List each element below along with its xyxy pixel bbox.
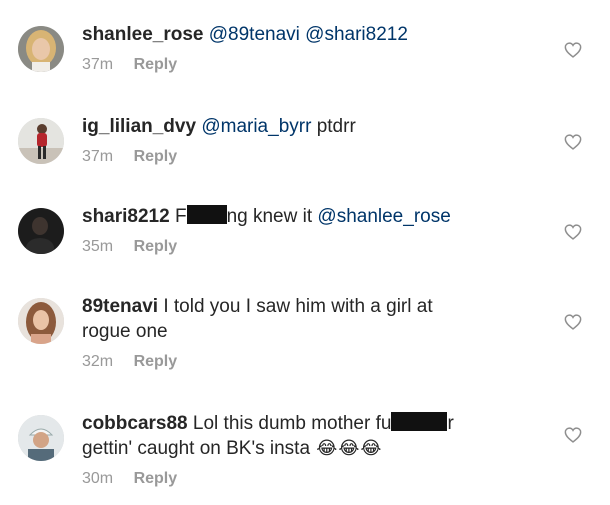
comment-meta: 32m Reply <box>82 353 550 371</box>
laughing-emoji-icon: 😂 <box>360 438 382 458</box>
comment-text: cobbcars88 Lol this dumb mother fu r gett… <box>82 411 550 461</box>
comment-content-line2: rogue one <box>82 321 168 342</box>
avatar[interactable] <box>18 208 64 254</box>
heart-icon[interactable] <box>564 314 582 330</box>
username[interactable]: 89tenavi <box>82 296 158 317</box>
comment-meta: 35m Reply <box>82 238 550 256</box>
comment-item: cobbcars88 Lol this dumb mother fu r gett… <box>0 407 610 502</box>
username[interactable]: ig_lilian_dvy <box>82 116 196 137</box>
redaction-bar <box>186 205 227 224</box>
reply-button[interactable]: Reply <box>134 470 178 487</box>
comment-item: shanlee_rose @89tenavi @shari8212 37m Re… <box>0 18 610 88</box>
comment-text: shanlee_rose @89tenavi @shari8212 <box>82 22 550 47</box>
comment-content-line1-end: r <box>447 413 454 434</box>
timestamp: 37m <box>82 148 114 165</box>
mention[interactable]: @shanlee_rose <box>317 206 450 227</box>
avatar[interactable] <box>18 415 64 461</box>
avatar[interactable] <box>18 26 64 72</box>
laughing-emoji-icon: 😂 <box>338 438 360 458</box>
avatar[interactable] <box>18 298 64 344</box>
profile-photo-dark-icon <box>18 208 64 254</box>
comment-meta: 37m Reply <box>82 148 550 166</box>
username[interactable]: cobbcars88 <box>82 413 188 434</box>
avatar[interactable] <box>18 118 64 164</box>
comment-meta: 37m Reply <box>82 56 550 74</box>
comment-content-line1: I told you I saw him with a girl at <box>163 296 433 317</box>
timestamp: 32m <box>82 353 114 370</box>
profile-photo-red-outfit-icon <box>18 118 64 164</box>
reply-button[interactable]: Reply <box>134 353 178 370</box>
username[interactable]: shari8212 <box>82 206 170 227</box>
comment-list: shanlee_rose @89tenavi @shari8212 37m Re… <box>0 0 610 505</box>
username[interactable]: shanlee_rose <box>82 24 203 45</box>
comment-item: 89tenavi I told you I saw him with a gir… <box>0 290 610 382</box>
timestamp: 35m <box>82 238 114 255</box>
heart-icon[interactable] <box>564 224 582 240</box>
reply-button[interactable]: Reply <box>134 148 178 165</box>
comment-body: shanlee_rose @89tenavi @shari8212 37m Re… <box>82 22 550 74</box>
comment-meta: 30m Reply <box>82 470 550 488</box>
comment-item: ig_lilian_dvy @maria_byrr ptdrr 37m Repl… <box>0 110 610 180</box>
profile-photo-woman-icon <box>18 298 64 344</box>
comment-item: shari8212 Fng knew it @shanlee_rose 35m … <box>0 200 610 270</box>
comment-content: ptdrr <box>316 116 356 137</box>
heart-icon[interactable] <box>564 427 582 443</box>
comment-body: 89tenavi I told you I saw him with a gir… <box>82 294 550 371</box>
reply-button[interactable]: Reply <box>134 238 178 255</box>
mention[interactable]: @shari8212 <box>305 24 408 45</box>
comment-text: shari8212 Fng knew it @shanlee_rose <box>82 204 550 229</box>
comment-text: 89tenavi I told you I saw him with a gir… <box>82 294 550 344</box>
laughing-emoji-icon: 😂 <box>316 438 338 458</box>
comment-body: cobbcars88 Lol this dumb mother fu r gett… <box>82 411 550 488</box>
timestamp: 30m <box>82 470 114 487</box>
comment-text: ig_lilian_dvy @maria_byrr ptdrr <box>82 114 550 139</box>
mention[interactable]: @89tenavi <box>209 24 300 45</box>
heart-icon[interactable] <box>564 42 582 58</box>
comment-content-start: F <box>174 206 187 227</box>
comment-content-line2: gettin' caught on BK's insta <box>82 438 311 459</box>
comment-body: ig_lilian_dvy @maria_byrr ptdrr 37m Repl… <box>82 114 550 166</box>
heart-icon[interactable] <box>564 134 582 150</box>
mention[interactable]: @maria_byrr <box>201 116 311 137</box>
profile-photo-blonde-icon <box>18 26 64 72</box>
comment-content-end: ng knew it <box>226 206 313 227</box>
timestamp: 37m <box>82 56 114 73</box>
comment-content-line1-start: Lol this dumb mother fu <box>192 413 392 434</box>
profile-photo-cap-icon <box>18 415 64 461</box>
redaction-bar <box>391 412 448 431</box>
reply-button[interactable]: Reply <box>134 56 178 73</box>
comment-body: shari8212 Fng knew it @shanlee_rose 35m … <box>82 204 550 256</box>
